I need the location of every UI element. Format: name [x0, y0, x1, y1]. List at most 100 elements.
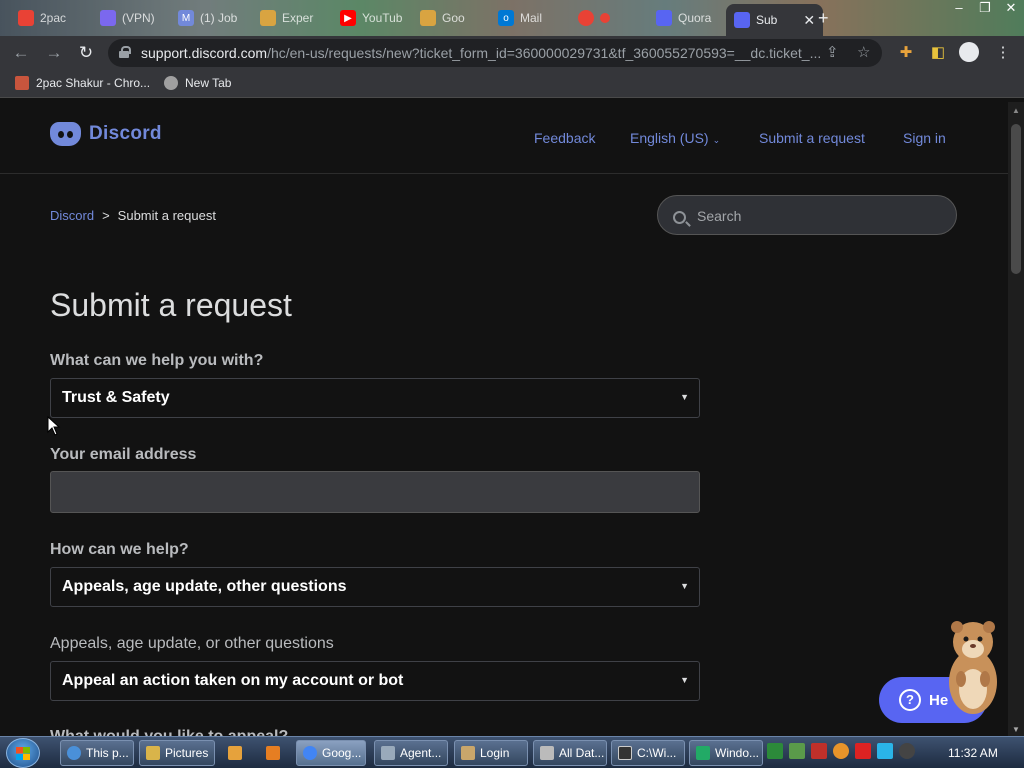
bookmark-item[interactable]: New Tab	[164, 76, 231, 90]
scroll-up-arrow-icon[interactable]: ▲	[1012, 106, 1020, 115]
taskbar-item-label: C:\Wi...	[637, 746, 677, 760]
internet-explorer-icon	[67, 746, 81, 760]
page-scrollbar[interactable]: ▲ ▼	[1008, 102, 1024, 736]
taskbar-item[interactable]: Goog...	[296, 740, 366, 766]
tab-label: Sub	[756, 13, 778, 27]
tab-favicon-icon	[420, 10, 436, 26]
media-player-icon	[228, 746, 242, 760]
how-help-value: Appeals, age update, other questions	[62, 578, 347, 595]
how-help-select[interactable]: Appeals, age update, other questions ▼	[50, 567, 700, 607]
share-icon[interactable]: ⇪	[826, 43, 839, 61]
tray-antivirus-icon[interactable]	[811, 743, 827, 759]
tray-flag-icon[interactable]	[855, 743, 871, 759]
taskbar-item-label: Windo...	[715, 746, 760, 760]
profile-avatar-icon[interactable]	[958, 42, 980, 64]
email-field[interactable]	[50, 471, 700, 513]
dropdown-arrow-icon: ▼	[680, 392, 689, 402]
bookmark-label: 2pac Shakur - Chro...	[36, 76, 151, 90]
tab-label: Goo	[442, 11, 465, 25]
discord-logo[interactable]: Discord	[50, 122, 162, 146]
window-controls: – ❐ ✕	[946, 0, 1024, 18]
appeals-value: Appeal an action taken on my account or …	[62, 672, 404, 689]
search-box	[657, 195, 957, 235]
bookmark-item[interactable]: 2pac Shakur - Chro...	[15, 76, 150, 90]
page-title: Submit a request	[50, 287, 292, 323]
tray-search-icon[interactable]	[833, 743, 849, 759]
help-with-select[interactable]: Trust & Safety ▼	[50, 378, 700, 418]
login-icon	[461, 746, 475, 760]
scroll-down-arrow-icon[interactable]: ▼	[1012, 725, 1020, 734]
appeals-select[interactable]: Appeal an action taken on my account or …	[50, 661, 700, 701]
hamster-mascot-image	[949, 621, 997, 714]
discord-logo-icon	[50, 122, 81, 146]
taskbar-item[interactable]: C:\Wi...	[611, 740, 685, 766]
forward-arrow-icon[interactable]: →	[43, 42, 65, 64]
how-help-label: How can we help?	[50, 541, 189, 558]
site-header: Discord Feedback English (US) ⌄ Submit a …	[0, 102, 1008, 174]
dropdown-arrow-icon: ▼	[680, 581, 689, 591]
browser-tab-strip: 2pac (VPN) M (1) Job Exper ▶ YouTub Goo …	[0, 0, 1024, 36]
browser-tab[interactable]	[570, 2, 618, 34]
start-button[interactable]	[6, 738, 40, 768]
kebab-menu-icon[interactable]: ⋮	[992, 42, 1014, 64]
language-selector[interactable]: English (US) ⌄	[630, 130, 720, 146]
restore-icon[interactable]: ❐	[972, 0, 998, 18]
taskbar-item[interactable]: Pictures	[139, 740, 215, 766]
taskbar-item-label: Goog...	[322, 746, 362, 760]
seven-zip-icon	[618, 746, 632, 760]
new-tab-icon[interactable]: +	[818, 8, 829, 29]
search-icon	[673, 211, 686, 224]
taskbar-item-label: Agent...	[400, 746, 442, 760]
outlook-icon: o	[498, 10, 514, 26]
search-input[interactable]	[697, 206, 947, 226]
taskbar-item[interactable]: This p...	[60, 740, 134, 766]
agent-icon	[381, 746, 395, 760]
browser-tab[interactable]: o Mail	[490, 2, 550, 34]
browser-tab[interactable]: ▶ YouTub	[332, 2, 410, 34]
taskbar-item[interactable]	[221, 740, 251, 766]
tray-app-icon[interactable]	[767, 743, 783, 759]
browser-tab[interactable]: 2pac	[10, 2, 74, 34]
side-panel-icon[interactable]: ◧	[927, 42, 949, 64]
brand-name: Discord	[89, 123, 162, 144]
nav-sign-in-link[interactable]: Sign in	[903, 130, 946, 146]
browser-tab-active[interactable]: Sub ✕	[726, 4, 824, 36]
appeals-label: Appeals, age update, or other questions	[50, 635, 334, 652]
close-window-icon[interactable]: ✕	[998, 0, 1024, 18]
address-bar[interactable]: support.discord.com/hc/en-us/requests/ne…	[108, 39, 882, 67]
back-arrow-icon[interactable]: ←	[10, 42, 32, 64]
appeal-type-label: What would you like to appeal?	[50, 728, 288, 736]
browser-tab[interactable]: Goo	[412, 2, 473, 34]
nav-submit-request-link[interactable]: Submit a request	[759, 130, 865, 146]
url-path: /hc/en-us/requests/new?ticket_form_id=36…	[267, 45, 821, 61]
tab-favicon-icon	[18, 10, 34, 26]
browser-tab[interactable]: Quora	[648, 2, 719, 34]
browser-tab[interactable]: M (1) Job	[170, 2, 245, 34]
nav-feedback-link[interactable]: Feedback	[534, 130, 595, 146]
breadcrumb-home-link[interactable]: Discord	[50, 208, 94, 223]
mouse-cursor-icon	[47, 416, 61, 436]
taskbar-item[interactable]: Login	[454, 740, 528, 766]
close-icon[interactable]: ✕	[803, 12, 815, 29]
minimize-icon[interactable]: –	[946, 0, 972, 18]
taskbar-item[interactable]: Windo...	[689, 740, 763, 766]
taskbar-item[interactable]	[259, 740, 289, 766]
url-text[interactable]: support.discord.com/hc/en-us/requests/ne…	[141, 45, 821, 61]
star-icon[interactable]: ☆	[857, 43, 870, 61]
taskbar-item[interactable]: All Dat...	[533, 740, 607, 766]
scrollbar-thumb[interactable]	[1011, 124, 1021, 274]
recording-icon	[600, 13, 610, 23]
extensions-puzzle-icon[interactable]: ✚	[895, 42, 917, 64]
tray-network-icon[interactable]	[877, 743, 893, 759]
tab-favicon-icon	[100, 10, 116, 26]
tray-volume-icon[interactable]	[899, 743, 915, 759]
reload-icon[interactable]: ↻	[75, 42, 97, 64]
url-host: support.discord.com	[141, 45, 268, 61]
bookmark-label: New Tab	[185, 76, 232, 90]
browser-tab[interactable]: Exper	[252, 2, 321, 34]
taskbar-item[interactable]: Agent...	[374, 740, 448, 766]
tray-app-icon[interactable]	[789, 743, 805, 759]
browser-tab[interactable]: (VPN)	[92, 2, 163, 34]
taskbar-clock[interactable]: 11:32 AM	[948, 746, 998, 760]
tab-label: Mail	[520, 11, 543, 25]
